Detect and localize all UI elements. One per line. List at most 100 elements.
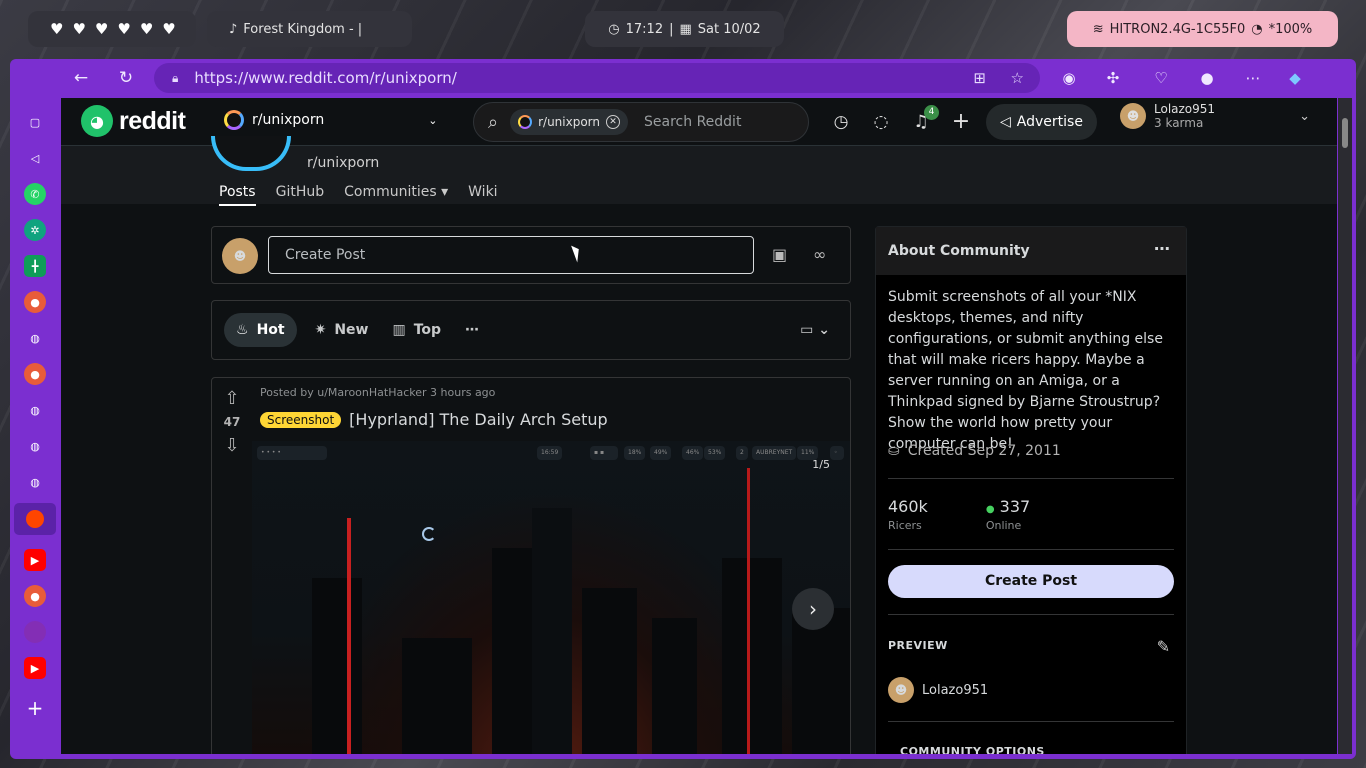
megaphone-icon: ◁	[1000, 114, 1011, 130]
reddit-page: ◕ reddit r/unixporn ⌄ ⌕ r/unixporn ✕ Sea…	[61, 98, 1337, 754]
scrollbar-thumb[interactable]	[1342, 118, 1348, 148]
avatar: ☻	[888, 677, 914, 703]
app-icon[interactable]	[24, 621, 46, 643]
post-card[interactable]: ⇧ 47 ⇩ Posted by u/MaroonHatHacker 3 hou…	[211, 377, 851, 754]
sort-hot-button[interactable]: ♨ Hot	[224, 313, 297, 347]
extension-icon[interactable]: ◉	[1058, 67, 1080, 89]
notification-icon[interactable]: ♫ 4	[910, 105, 939, 133]
user-menu[interactable]: ☻ Lolazo951 3 karma ⌄	[1120, 102, 1310, 130]
more-icon[interactable]: ⋯	[1154, 239, 1170, 258]
post-title-row[interactable]: Screenshot [Hyprland] The Daily Arch Set…	[260, 410, 608, 429]
chevron-down-icon: ⌄	[428, 113, 438, 127]
advertise-label: Advertise	[1016, 114, 1083, 130]
logo-text: reddit	[119, 106, 186, 135]
copilot-icon[interactable]: ◆	[1284, 67, 1306, 89]
star-icon[interactable]: ☆	[1011, 69, 1024, 87]
tab-wiki[interactable]: Wiki	[468, 184, 497, 206]
media-widget[interactable]: ♪ Forest Kingdom - |	[207, 11, 412, 47]
community-selector[interactable]: r/unixporn ⌄	[224, 110, 437, 130]
reddit-icon[interactable]: ●	[24, 363, 46, 385]
sort-label: Top	[413, 322, 442, 338]
sort-new-button[interactable]: ✷ New	[303, 313, 381, 347]
network-widget[interactable]: ≋ HITRON2.4G-1C55F0 ◔ *100%	[1067, 11, 1338, 47]
preview-user: ☻ Lolazo951	[888, 677, 988, 703]
heart-pulse-icon[interactable]: ♡	[1150, 67, 1172, 89]
address-bar[interactable]: 🔒︎ https://www.reddit.com/r/unixporn/ ⊞ …	[154, 63, 1040, 93]
more-sort-button[interactable]: ⋯	[453, 313, 491, 347]
chatgpt-icon[interactable]: ✲	[24, 219, 46, 241]
calendar-icon: ▦	[679, 21, 692, 37]
github-icon[interactable]: ◍	[24, 435, 46, 457]
sort-top-button[interactable]: ▥ Top	[380, 313, 453, 347]
browser-sidebar: ▢ ◁ ✆ ✲ ╋ ● ◍ ● ◍ ◍ ◍ ▶ ● ▶ +	[10, 97, 60, 759]
image-icon[interactable]: ▣	[772, 245, 787, 264]
post-meta: Posted by u/MaroonHatHacker 3 hours ago	[260, 386, 496, 399]
community-options-label[interactable]: COMMUNITY OPTIONS	[900, 745, 1045, 754]
create-post-bar: ☻ Create Post ▣ ∞	[211, 226, 851, 284]
pencil-icon[interactable]: ✎	[1157, 637, 1170, 656]
search-scope-chip[interactable]: r/unixporn ✕	[510, 109, 629, 135]
search-bar[interactable]: ⌕ r/unixporn ✕ Search Reddit	[473, 102, 809, 142]
search-input[interactable]: Search Reddit	[644, 114, 741, 130]
wifi-name: HITRON2.4G-1C55F0	[1109, 21, 1246, 37]
waybar-clock: 16:59	[537, 446, 563, 460]
tab-communities[interactable]: Communities ▾	[344, 184, 448, 206]
lock-icon: 🔒︎	[172, 70, 179, 85]
post-title[interactable]: [Hyprland] The Daily Arch Setup	[349, 410, 608, 429]
upvote-icon[interactable]: ⇧	[212, 388, 252, 409]
building	[792, 608, 850, 754]
speaker-icon[interactable]: ◁	[24, 147, 46, 169]
post-image[interactable]: • • • • 16:59 ▪ ▪ 18% 49% 46% 53% 2 AUBR…	[252, 441, 850, 754]
github-icon[interactable]: ◍	[24, 399, 46, 421]
chat-icon[interactable]: ◌	[870, 111, 892, 133]
reddit-active-icon[interactable]	[14, 503, 56, 535]
back-arrow-icon[interactable]: ←	[70, 67, 92, 89]
reddit-icon[interactable]: ●	[24, 585, 46, 607]
sort-label: New	[334, 322, 369, 338]
chevron-right-icon[interactable]: ›	[792, 588, 834, 630]
close-icon[interactable]: ✕	[606, 115, 621, 129]
about-title: About Community	[888, 243, 1030, 259]
refresh-icon[interactable]: ↻	[115, 67, 137, 89]
community-description: Submit screenshots of all your *NIX desk…	[888, 289, 1163, 452]
youtube-icon[interactable]: ▶	[24, 549, 46, 571]
karma: 3 karma	[1154, 116, 1204, 130]
whatsapp-icon[interactable]: ✆	[24, 183, 46, 205]
profile-icon[interactable]: ●	[1196, 67, 1218, 89]
heart-icon: ♥	[117, 20, 131, 38]
grid-icon[interactable]: ⊞	[973, 69, 986, 87]
create-post-button[interactable]: Create Post	[888, 565, 1174, 598]
tabs-icon[interactable]: ▢	[24, 111, 46, 133]
github-icon[interactable]: ◍	[24, 471, 46, 493]
advertise-button[interactable]: ◁ Advertise	[986, 104, 1097, 140]
created-row: ⛀ Created Sep 27, 2011	[888, 443, 1061, 459]
popular-icon[interactable]: ◷	[830, 111, 852, 133]
tab-posts[interactable]: Posts	[219, 184, 256, 206]
downvote-icon[interactable]: ⇩	[212, 435, 252, 456]
clock-widget[interactable]: ◷ 17:12 | ▦ Sat 10/02	[585, 11, 784, 47]
page-scrollbar[interactable]	[1338, 98, 1352, 754]
post-flair[interactable]: Screenshot	[260, 411, 342, 428]
reddit-logo[interactable]: ◕ reddit	[81, 105, 186, 137]
avatar: ☻	[1120, 103, 1146, 129]
create-post-input[interactable]: Create Post	[268, 236, 754, 274]
youtube-icon[interactable]: ▶	[24, 657, 46, 679]
divider	[888, 721, 1174, 722]
tab-github[interactable]: GitHub	[276, 184, 325, 206]
sparkle-icon: ✷	[314, 322, 327, 338]
about-header: About Community ⋯	[876, 227, 1186, 275]
preview-username: Lolazo951	[922, 682, 989, 698]
sheets-icon[interactable]: ╋	[24, 255, 46, 277]
link-icon[interactable]: ∞	[813, 245, 826, 264]
more-icon[interactable]: ⋯	[1242, 67, 1264, 89]
separator: |	[669, 21, 674, 37]
github-icon[interactable]: ◍	[24, 327, 46, 349]
add-icon[interactable]: +	[24, 696, 46, 720]
view-toggle-button[interactable]: ▭ ⌄	[788, 313, 842, 347]
sort-bar: ♨ Hot ✷ New ▥ Top ⋯ ▭ ⌄	[211, 300, 851, 360]
puzzle-icon[interactable]: ✣	[1102, 67, 1124, 89]
create-icon[interactable]: +	[950, 111, 972, 133]
reddit-icon[interactable]: ●	[24, 291, 46, 313]
divider	[888, 549, 1174, 550]
subreddit-name: r/unixporn	[252, 112, 325, 128]
